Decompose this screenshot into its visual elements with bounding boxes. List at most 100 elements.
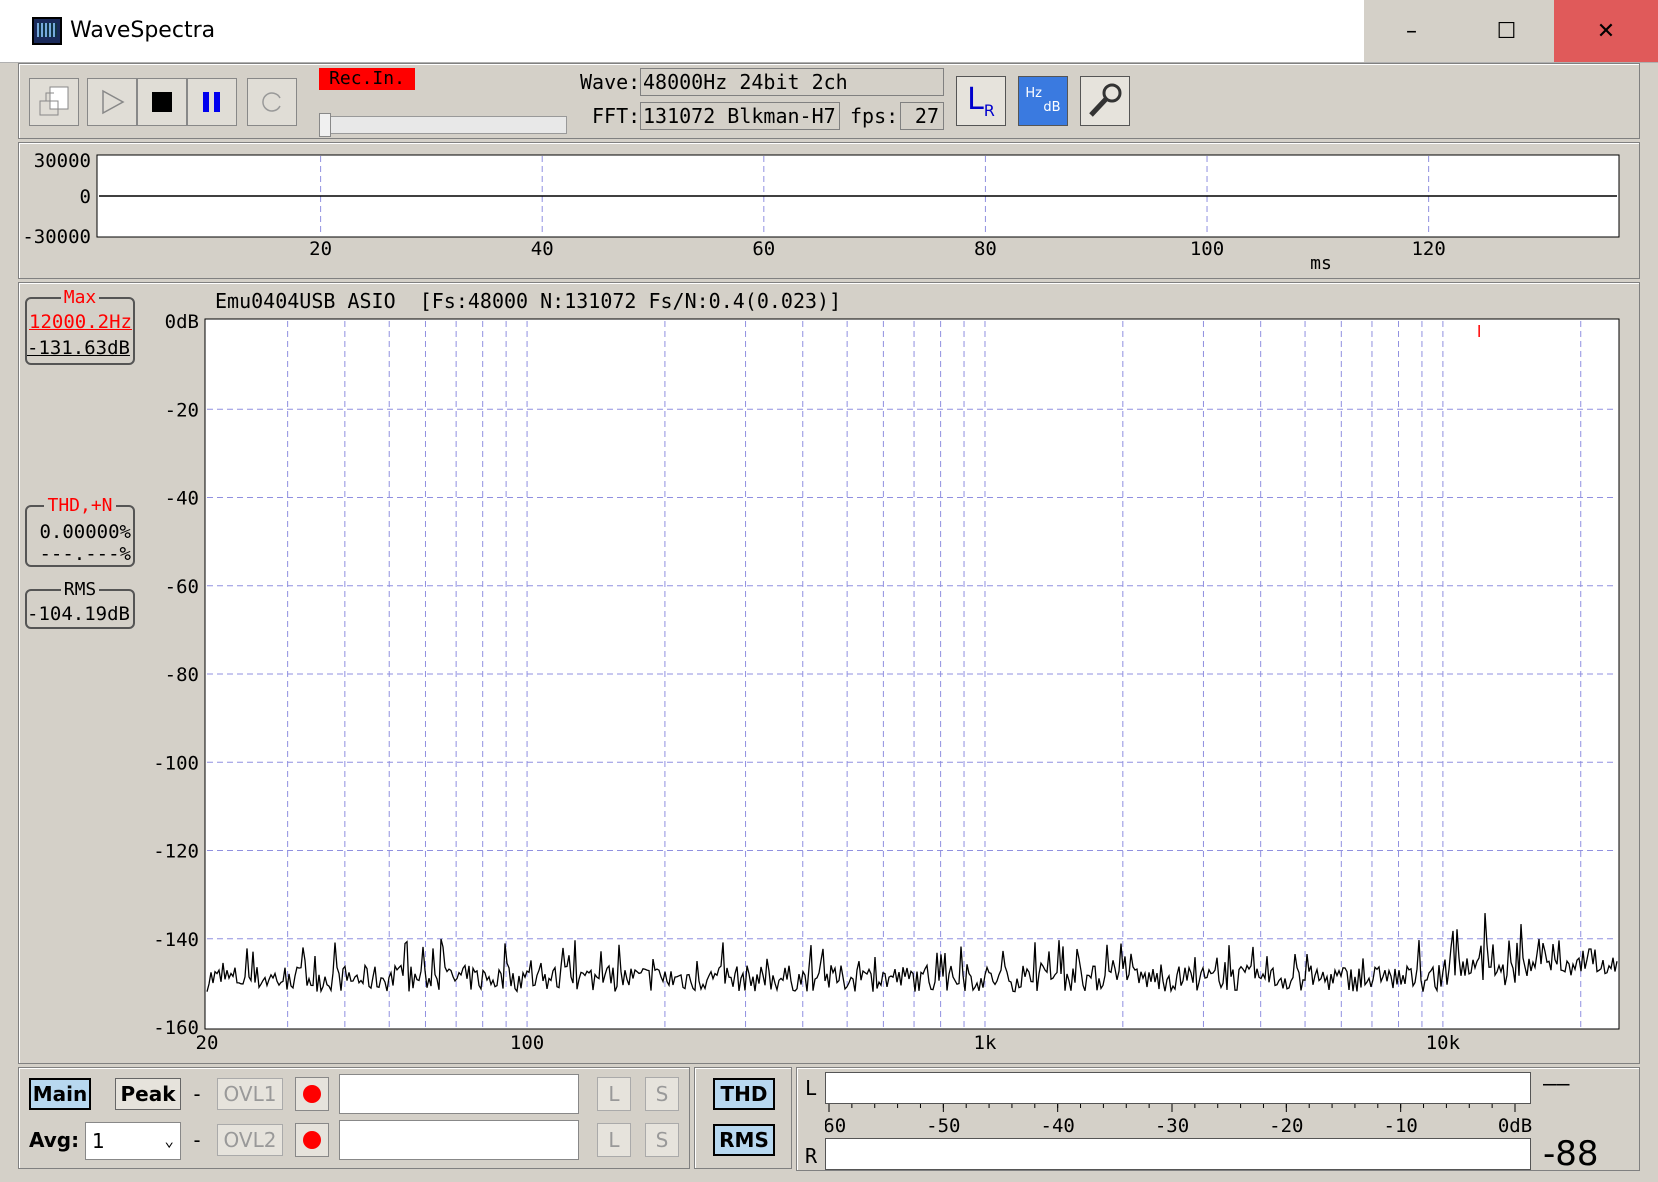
app-window: WaveSpectra – ☐ ✕ Rec.In. Wave: 48000Hz … (0, 0, 1658, 1182)
wave-x-tick: 20 (309, 238, 332, 260)
level-meter-panel: L -60 -50 -40 -30 -20 -10 0dB R —— -88 (796, 1067, 1640, 1174)
ovl2-button[interactable]: OVL2 (217, 1124, 283, 1156)
meter-scale-label: -30 (1155, 1115, 1189, 1137)
app-icon (32, 17, 62, 45)
meter-l-bar (825, 1072, 1531, 1104)
spectrum-plot: 0dB -20 -40 -60 -80 -100 -120 -140 -160 20 100 1k 1… (153, 311, 1620, 1054)
bottom-controls: Main Peak - OVL1 L S Avg: 1 ⌄ - OVL2 L S (18, 1067, 690, 1169)
lr-icon: LR (967, 82, 995, 120)
spectrum-y-tick: -20 (165, 399, 199, 421)
wave-format-field: 48000Hz 24bit 2ch (640, 68, 944, 96)
avg-value: 1 (92, 1129, 105, 1153)
thd-button[interactable]: THD (713, 1078, 775, 1110)
fft-setting-field: 131072 Blkman-H7 (640, 102, 840, 130)
record-icon (303, 1085, 321, 1103)
rec-in-indicator: Rec.In. (319, 68, 415, 90)
l-button-1[interactable]: L (597, 1077, 631, 1111)
title-bar: WaveSpectra – ☐ ✕ (0, 0, 1658, 63)
record-r-button[interactable] (295, 1123, 329, 1157)
dash-separator: - (191, 1082, 204, 1106)
settings-button[interactable] (1080, 76, 1130, 126)
wave-x-unit: ms (1310, 253, 1332, 274)
dash-separator: - (191, 1128, 204, 1152)
meter-scale-label: -10 (1384, 1115, 1418, 1137)
waveform-panel: 30000 0 -30000 20 40 60 80 100 120 ms (18, 142, 1640, 279)
spectrum-y-tick: -40 (165, 488, 199, 510)
spectrum-y-tick: -80 (165, 664, 199, 686)
peak-button[interactable]: Peak (115, 1078, 181, 1110)
meter-scale-label: -60 (825, 1115, 846, 1137)
spectrum-y-tick: -140 (153, 929, 199, 951)
l-button-2[interactable]: L (597, 1123, 631, 1157)
s-button-2[interactable]: S (645, 1123, 679, 1157)
wave-y-tick: -30000 (22, 226, 91, 248)
minimize-button[interactable]: – (1364, 0, 1459, 62)
stop-icon (152, 92, 172, 112)
loop-icon (262, 92, 281, 112)
ovl1-button[interactable]: OVL1 (217, 1078, 283, 1110)
maximize-icon: ☐ (1496, 18, 1517, 44)
meter-r-label: R (805, 1144, 818, 1168)
position-slider[interactable] (319, 116, 567, 134)
spectrum-x-tick: 20 (196, 1032, 219, 1054)
spectrum-panel: Emu0404USB ASIO [Fs:48000 N:131072 Fs/N:… (18, 282, 1640, 1064)
wave-x-tick: 80 (974, 238, 997, 260)
record-l-button[interactable] (295, 1077, 329, 1111)
wave-x-tick: 40 (531, 238, 554, 260)
minimize-icon: – (1406, 18, 1417, 44)
meter-r-peak: -88 (1543, 1134, 1599, 1174)
ovl1-text-field[interactable] (339, 1074, 579, 1114)
ovl2-text-field[interactable] (339, 1120, 579, 1160)
spectrum-y-tick: -100 (153, 752, 199, 774)
wrench-icon (1089, 83, 1122, 117)
spectrum-y-tick: 0dB (165, 311, 199, 333)
channel-lr-button[interactable]: LR (956, 76, 1006, 126)
meter-scale-label: -50 (926, 1115, 960, 1137)
thd-rms-controls: THD RMS (694, 1067, 792, 1169)
spectrum-x-tick: 10k (1426, 1032, 1461, 1054)
rms-button[interactable]: RMS (713, 1124, 775, 1156)
wave-y-tick: 0 (80, 186, 91, 208)
wave-x-tick: 100 (1190, 238, 1224, 260)
wave-label: Wave: (580, 70, 641, 94)
spectrum-x-tick: 1k (974, 1032, 997, 1054)
spectrum-y-tick: -120 (153, 841, 199, 863)
avg-label: Avg: (29, 1128, 80, 1152)
maximize-button[interactable]: ☐ (1459, 0, 1554, 62)
window-title: WaveSpectra (70, 18, 216, 43)
hz-db-scale-button[interactable]: Hz dB (1018, 76, 1068, 126)
open-file-icon (39, 86, 69, 116)
meter-l-peak: —— (1543, 1072, 1570, 1097)
spectrum-x-tick: 100 (510, 1032, 544, 1054)
meter-scale-label: -40 (1041, 1115, 1075, 1137)
meter-r-bar (825, 1138, 1531, 1170)
record-icon (303, 1131, 321, 1149)
open-file-button[interactable] (29, 78, 79, 126)
hz-db-icon: Hz dB (1025, 86, 1061, 115)
main-button[interactable]: Main (29, 1078, 91, 1110)
spectrum-y-tick: -160 (153, 1017, 199, 1039)
fft-label: FFT: (592, 104, 641, 128)
play-button[interactable] (87, 78, 137, 126)
position-slider-thumb[interactable] (319, 113, 331, 137)
play-icon (102, 89, 125, 115)
pause-icon (203, 92, 220, 112)
wave-x-tick: 120 (1411, 238, 1445, 260)
fps-label: fps: (850, 104, 899, 128)
meter-l-label: L (805, 1076, 818, 1100)
meter-scale-label: 0dB (1498, 1115, 1532, 1137)
stop-button[interactable] (137, 78, 187, 126)
chevron-down-icon: ⌄ (164, 1131, 174, 1150)
close-icon: ✕ (1596, 18, 1616, 44)
wave-x-tick: 60 (752, 238, 775, 260)
pause-button[interactable] (187, 78, 237, 126)
spectrum-y-tick: -60 (165, 576, 199, 598)
wave-y-tick: 30000 (34, 150, 91, 172)
waveform-plot: 30000 0 -30000 20 40 60 80 100 120 ms (22, 150, 1620, 274)
s-button-1[interactable]: S (645, 1077, 679, 1111)
meter-scale-label: -20 (1269, 1115, 1303, 1137)
meter-scale: -60 -50 -40 -30 -20 -10 0dB (825, 1104, 1532, 1137)
close-button[interactable]: ✕ (1554, 0, 1658, 62)
loop-button[interactable] (247, 78, 297, 126)
avg-select[interactable]: 1 ⌄ (85, 1122, 181, 1160)
